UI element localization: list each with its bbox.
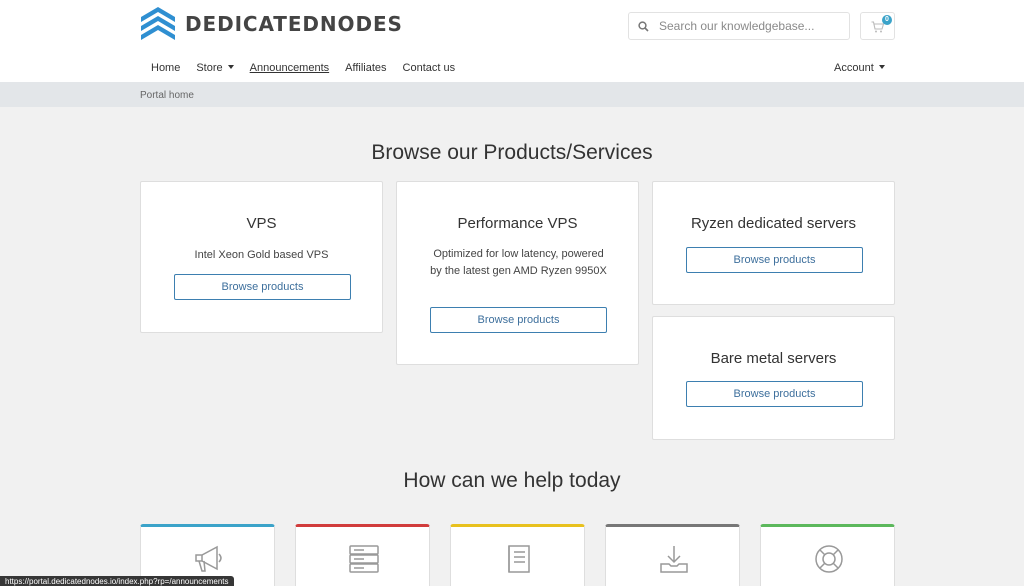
cart-button[interactable]: 0 [860, 12, 895, 40]
caret-down-icon [878, 65, 885, 69]
megaphone-icon [193, 544, 225, 579]
browse-products-button[interactable]: Browse products [686, 247, 863, 273]
header: DEDICATEDNODES 0 Home Store Announcement… [0, 0, 1024, 82]
help-card-support[interactable] [760, 524, 895, 586]
help-card-knowledgebase[interactable] [450, 524, 585, 586]
help-card-downloads[interactable] [605, 524, 740, 586]
browse-products-button[interactable]: Browse products [686, 381, 863, 407]
book-icon [503, 544, 535, 579]
brand-name: DEDICATEDNODES [185, 12, 403, 36]
product-card-ryzen-dedicated: Ryzen dedicated servers Browse products [652, 181, 895, 305]
account-menu[interactable]: Account [834, 62, 885, 74]
product-card-performance-vps: Performance VPS Optimized for low latenc… [396, 181, 639, 365]
product-card-bare-metal: Bare metal servers Browse products [652, 316, 895, 440]
product-card-title: Ryzen dedicated servers [690, 215, 857, 232]
product-card-title: Bare metal servers [710, 350, 837, 367]
product-card-title: Performance VPS [457, 215, 578, 232]
search-input[interactable] [659, 19, 839, 33]
nav-announcements[interactable]: Announcements [242, 58, 338, 78]
product-card-vps: VPS Intel Xeon Gold based VPS Browse pro… [140, 181, 383, 333]
browse-products-button[interactable]: Browse products [430, 307, 607, 333]
product-card-description: Optimized for low latency, powered by th… [430, 248, 607, 277]
caret-down-icon [227, 65, 234, 69]
server-icon [348, 544, 380, 579]
logo-icon [141, 7, 175, 40]
products-section-title: Browse our Products/Services [371, 141, 653, 164]
product-card-title: VPS [246, 215, 277, 232]
search-icon [629, 20, 657, 32]
download-icon [658, 544, 690, 579]
nav-home[interactable]: Home [140, 58, 188, 78]
knowledgebase-search[interactable] [628, 12, 850, 40]
nav-affiliates[interactable]: Affiliates [337, 58, 394, 78]
lifebuoy-icon [813, 544, 845, 579]
main-nav: Home Store Announcements Affiliates Cont… [140, 58, 463, 78]
browse-products-button[interactable]: Browse products [174, 274, 351, 300]
link-status-bar: https://portal.dedicatednodes.io/index.p… [0, 576, 234, 586]
product-card-description: Intel Xeon Gold based VPS [194, 249, 329, 261]
breadcrumb-bar: Portal home [0, 82, 1024, 107]
nav-store[interactable]: Store [188, 58, 241, 78]
help-section-title: How can we help today [403, 469, 621, 492]
nav-store-label: Store [196, 62, 223, 74]
account-label: Account [834, 62, 874, 74]
help-card-servers[interactable] [295, 524, 430, 586]
cart-count-badge: 0 [882, 15, 892, 25]
nav-contact-us[interactable]: Contact us [395, 58, 464, 78]
brand-logo[interactable]: DEDICATEDNODES [140, 7, 403, 41]
breadcrumb[interactable]: Portal home [140, 90, 194, 101]
